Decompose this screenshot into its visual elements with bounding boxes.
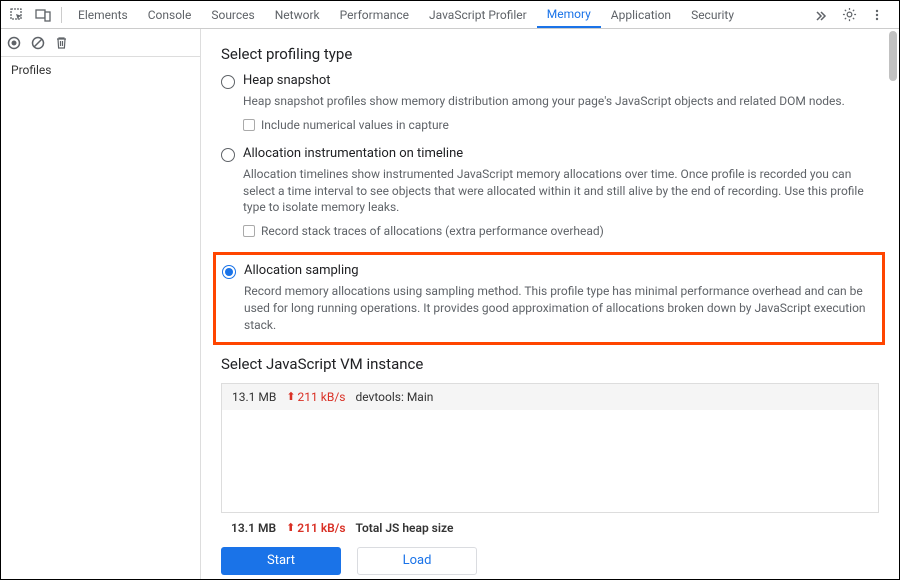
start-button[interactable]: Start — [221, 547, 341, 575]
vm-rate: ⬆ 211 kB/s — [286, 390, 345, 404]
arrow-up-icon: ⬆ — [286, 521, 295, 534]
option-label: Allocation sampling — [244, 263, 359, 278]
checkbox-icon[interactable] — [243, 225, 255, 237]
trash-icon[interactable] — [55, 36, 68, 50]
profiling-type-heading: Select profiling type — [221, 45, 879, 63]
tab-application[interactable]: Application — [601, 1, 681, 28]
radio-icon[interactable] — [221, 75, 235, 89]
action-buttons: Start Load — [221, 543, 879, 575]
highlight-allocation-sampling: Allocation sampling Record memory alloca… — [213, 252, 885, 344]
tab-console[interactable]: Console — [138, 1, 202, 28]
option-desc: Allocation timelines show instrumented J… — [243, 166, 879, 216]
main-panel: Select profiling type Heap snapshot Heap… — [201, 29, 899, 579]
kebab-menu-icon[interactable] — [865, 3, 889, 27]
tab-performance[interactable]: Performance — [330, 1, 419, 28]
total-label: Total JS heap size — [356, 521, 454, 535]
panel-tabs: Elements Console Sources Network Perform… — [68, 1, 807, 28]
tab-js-profiler[interactable]: JavaScript Profiler — [419, 1, 537, 28]
gear-icon[interactable] — [837, 3, 861, 27]
option-desc: Record memory allocations using sampling… — [244, 283, 876, 333]
sub-option-record-stack-traces[interactable]: Record stack traces of allocations (extr… — [243, 224, 879, 238]
topbar-right — [809, 3, 895, 27]
sub-option-label: Record stack traces of allocations (extr… — [261, 224, 604, 238]
radio-icon[interactable] — [221, 148, 235, 162]
vm-memory-size: 13.1 MB — [232, 390, 276, 404]
tab-security[interactable]: Security — [681, 1, 744, 28]
total-rate: ⬆ 211 kB/s — [286, 521, 345, 535]
sub-option-include-numerical[interactable]: Include numerical values in capture — [243, 118, 879, 132]
tab-elements[interactable]: Elements — [68, 1, 138, 28]
tab-network[interactable]: Network — [265, 1, 330, 28]
sidebar-item-profiles[interactable]: Profiles — [1, 57, 200, 83]
load-button[interactable]: Load — [357, 547, 477, 575]
total-size: 13.1 MB — [231, 521, 276, 535]
option-heap-snapshot[interactable]: Heap snapshot — [221, 73, 879, 89]
sub-option-label: Include numerical values in capture — [261, 118, 449, 132]
tab-memory[interactable]: Memory — [537, 1, 601, 28]
devtools-topbar: Elements Console Sources Network Perform… — [1, 1, 899, 29]
vm-rate-value: 211 kB/s — [298, 390, 346, 404]
sidebar-toolbar — [1, 29, 200, 57]
device-toggle-icon[interactable] — [31, 3, 55, 27]
vm-instance-list: 13.1 MB ⬆ 211 kB/s devtools: Main — [221, 383, 879, 513]
sidebar: Profiles — [1, 29, 201, 579]
inspect-icon[interactable] — [5, 3, 29, 27]
total-rate-value: 211 kB/s — [297, 521, 345, 535]
record-icon[interactable] — [7, 36, 21, 50]
scrollbar[interactable] — [889, 31, 897, 81]
content-area: Profiles Select profiling type Heap snap… — [1, 29, 899, 579]
option-desc: Heap snapshot profiles show memory distr… — [243, 93, 879, 110]
option-allocation-sampling[interactable]: Allocation sampling — [222, 263, 876, 279]
vm-instance-row[interactable]: 13.1 MB ⬆ 211 kB/s devtools: Main — [222, 384, 878, 410]
option-allocation-timeline[interactable]: Allocation instrumentation on timeline — [221, 146, 879, 162]
checkbox-icon[interactable] — [243, 119, 255, 131]
option-label: Heap snapshot — [243, 73, 331, 88]
divider — [61, 7, 62, 23]
footer-stats: 13.1 MB ⬆ 211 kB/s Total JS heap size — [221, 513, 879, 543]
radio-icon[interactable] — [222, 265, 236, 279]
vm-instance-heading: Select JavaScript VM instance — [221, 355, 879, 373]
vm-name: devtools: Main — [355, 390, 433, 404]
arrow-up-icon: ⬆ — [286, 390, 295, 403]
tab-sources[interactable]: Sources — [201, 1, 264, 28]
more-tabs-icon[interactable] — [809, 3, 833, 27]
clear-icon[interactable] — [31, 36, 45, 50]
option-label: Allocation instrumentation on timeline — [243, 146, 463, 161]
